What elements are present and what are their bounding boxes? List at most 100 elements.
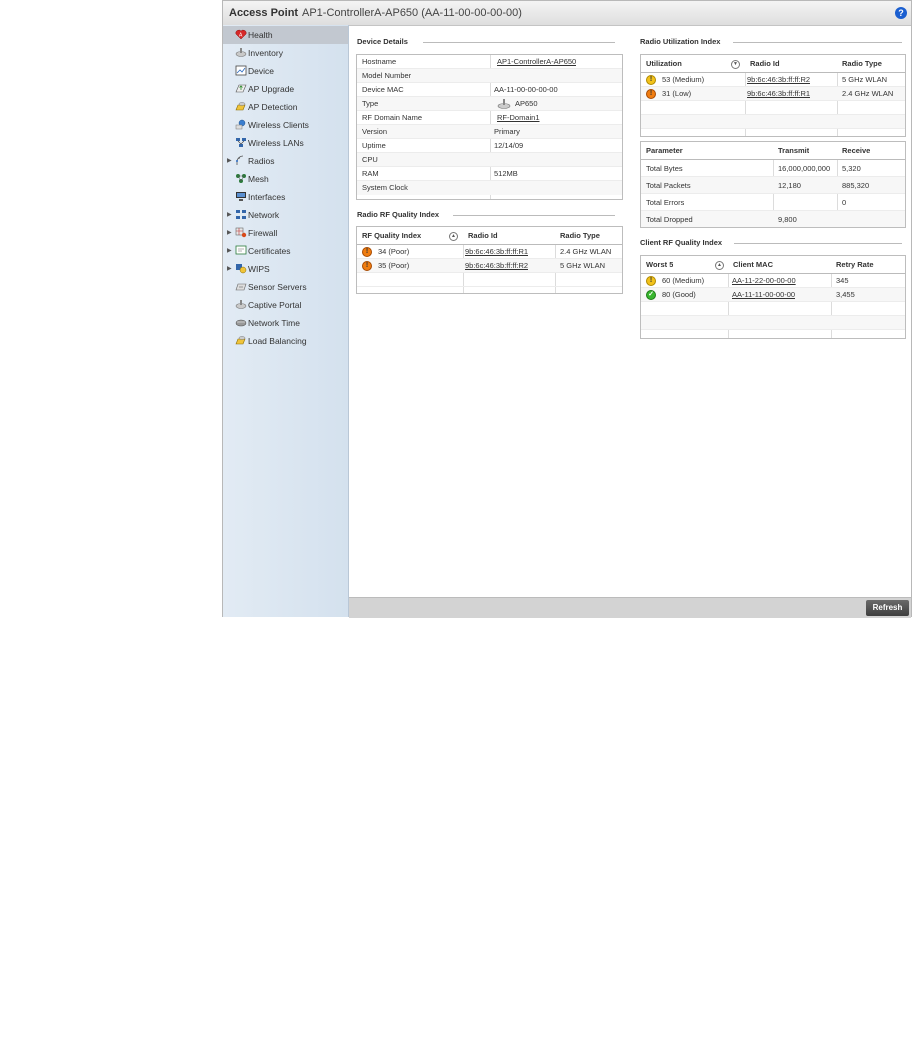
sidebar-item-ap-detection[interactable]: AP Detection [223,98,348,116]
sidebar-item-label: Firewall [248,228,278,238]
firewall-icon [235,227,247,238]
device-details-heading: Device Details [357,37,615,49]
table-row: Version Primary [357,125,622,139]
expand-arrow-icon[interactable]: ▶ [227,206,232,224]
sidebar-item-device[interactable]: Device [223,62,348,80]
column-header[interactable]: RF Quality Index [362,227,421,245]
sidebar-item-captive-portal[interactable]: Captive Portal [223,296,348,314]
sidebar-item-ap-upgrade[interactable]: AP Upgrade [223,80,348,98]
radio-utilization-table: Utilization ▼ Radio Id Radio Type ! 53 (… [640,54,906,137]
table-row [641,302,905,316]
good-status-icon: ✓ [646,290,656,300]
radios-icon [236,155,244,165]
table-row: ! 34 (Poor) 9b:6c:46:3b:ff:ff:R1 2.4 GHz… [357,245,622,259]
title-bar: Access Point AP1-ControllerA-AP650 (AA-1… [223,1,911,26]
expand-arrow-icon[interactable]: ▶ [227,152,232,170]
sidebar-item-mesh[interactable]: Mesh [223,170,348,188]
table-row: ! 31 (Low) 9b:6c:46:3b:ff:ff:R1 2.4 GHz … [641,87,905,101]
sidebar-item-label: Inventory [248,48,283,58]
sidebar-item-label: Certificates [248,246,291,256]
sidebar-item-label: Sensor Servers [248,282,307,292]
table-header: Worst 5 ▲ Client MAC Retry Rate [641,256,905,274]
sidebar-item-wireless-clients[interactable]: Wireless Clients [223,116,348,134]
sidebar-item-health[interactable]: A Health [223,26,348,44]
sidebar-item-wips[interactable]: ▶ WIPS [223,260,348,278]
traffic-table: Parameter Transmit Receive Total Bytes 1… [640,141,906,228]
column-header[interactable]: Utilization [646,55,682,73]
device-icon [235,65,247,76]
table-row: Total Errors 0 [641,194,905,211]
hostname-link[interactable]: AP1-ControllerA-AP650 [497,55,576,69]
column-header[interactable]: Radio Type [560,227,600,245]
table-row [641,316,905,330]
table-row: ! 53 (Medium) 9b:6c:46:3b:ff:ff:R2 5 GHz… [641,73,905,87]
sidebar-item-load-balancing[interactable]: Load Balancing [223,332,348,350]
bottom-bar: Refresh [349,597,911,618]
sidebar-item-interfaces[interactable]: Interfaces [223,188,348,206]
sidebar-item-sensor-servers[interactable]: Sensor Servers [223,278,348,296]
device-details-table: Hostname AP1-ControllerA-AP650 Model Numb… [356,54,623,200]
sidebar-item-inventory[interactable]: Inventory [223,44,348,62]
client-rf-quality-table: Worst 5 ▲ Client MAC Retry Rate ! 60 (Me… [640,255,906,339]
column-header: Parameter [646,146,683,155]
sort-icon[interactable]: ▲ [449,232,458,241]
radio-id-link[interactable]: 9b:6c:46:3b:ff:ff:R2 [747,73,810,87]
column-header[interactable]: Radio Id [468,227,498,245]
ap-upgrade-icon [235,84,247,93]
sidebar-item-label: Radios [248,156,275,166]
table-row: Type AP650 [357,97,622,111]
table-row: Total Packets 12,180 885,320 [641,177,905,194]
expand-arrow-icon[interactable]: ▶ [227,242,232,260]
sidebar-item-label: Mesh [248,174,269,184]
sort-icon[interactable]: ▲ [715,261,724,270]
table-header: RF Quality Index ▲ Radio Id Radio Type [357,227,622,245]
table-row: Device MAC AA-11-00-00-00-00 [357,83,622,97]
table-row [641,101,905,115]
sidebar-item-wireless-lans[interactable]: Wireless LANs [223,134,348,152]
column-header[interactable]: Radio Type [842,55,882,73]
sidebar-item-radios[interactable]: ▶ Radios [223,152,348,170]
sidebar-item-label: Device [248,66,274,76]
sort-icon[interactable]: ▼ [731,60,740,69]
health-icon: A [235,29,247,40]
health-content: Device Details Hostname AP1-ControllerA-A… [349,25,911,597]
table-row: RF Domain Name RF-Domain1 [357,111,622,125]
table-row: ! 60 (Medium) AA-11-22-00-00-00 345 [641,274,905,288]
expand-arrow-icon[interactable]: ▶ [227,224,232,242]
sidebar-item-certificates[interactable]: ▶ Certificates [223,242,348,260]
sensor-servers-icon [235,283,247,291]
client-mac-link[interactable]: AA-11-22-00-00-00 [732,274,796,288]
sidebar-item-label: Captive Portal [248,300,302,310]
sidebar: A Health Inventory Device AP Upgrade AP … [223,25,349,617]
column-header[interactable]: Radio Id [750,55,780,73]
access-point-icon [497,99,511,109]
page-subtitle: AP1-ControllerA-AP650 (AA-11-00-00-00-00… [302,7,522,19]
critical-status-icon: ! [646,89,656,99]
sidebar-item-label: AP Detection [248,102,298,112]
certificates-icon [235,245,247,255]
radio-id-link[interactable]: 9b:6c:46:3b:ff:ff:R1 [465,245,528,259]
sidebar-item-network-time[interactable]: Network Time [223,314,348,332]
expand-arrow-icon[interactable]: ▶ [227,260,232,278]
sidebar-item-label: Interfaces [248,192,286,202]
captive-portal-icon [235,300,247,309]
rf-domain-link[interactable]: RF-Domain1 [497,111,540,125]
sidebar-item-label: Network [248,210,280,220]
sidebar-item-network[interactable]: ▶ Network [223,206,348,224]
critical-status-icon: ! [362,261,372,271]
critical-status-icon: ! [362,247,372,257]
column-header[interactable]: Worst 5 [646,256,673,274]
table-header: Utilization ▼ Radio Id Radio Type [641,55,905,73]
sidebar-item-label: AP Upgrade [248,84,295,94]
column-header[interactable]: Client MAC [733,256,773,274]
client-mac-link[interactable]: AA-11-11-00-00-00 [732,288,795,302]
refresh-button[interactable]: Refresh [866,600,909,616]
table-row: RAM 512MB [357,167,622,181]
sidebar-item-firewall[interactable]: ▶ Firewall [223,224,348,242]
interfaces-icon [236,192,246,201]
radio-id-link[interactable]: 9b:6c:46:3b:ff:ff:R1 [747,87,810,101]
radio-id-link[interactable]: 9b:6c:46:3b:ff:ff:R2 [465,259,528,273]
warning-status-icon: ! [646,75,656,85]
column-header[interactable]: Retry Rate [836,256,874,274]
help-icon[interactable]: ? [895,7,907,19]
